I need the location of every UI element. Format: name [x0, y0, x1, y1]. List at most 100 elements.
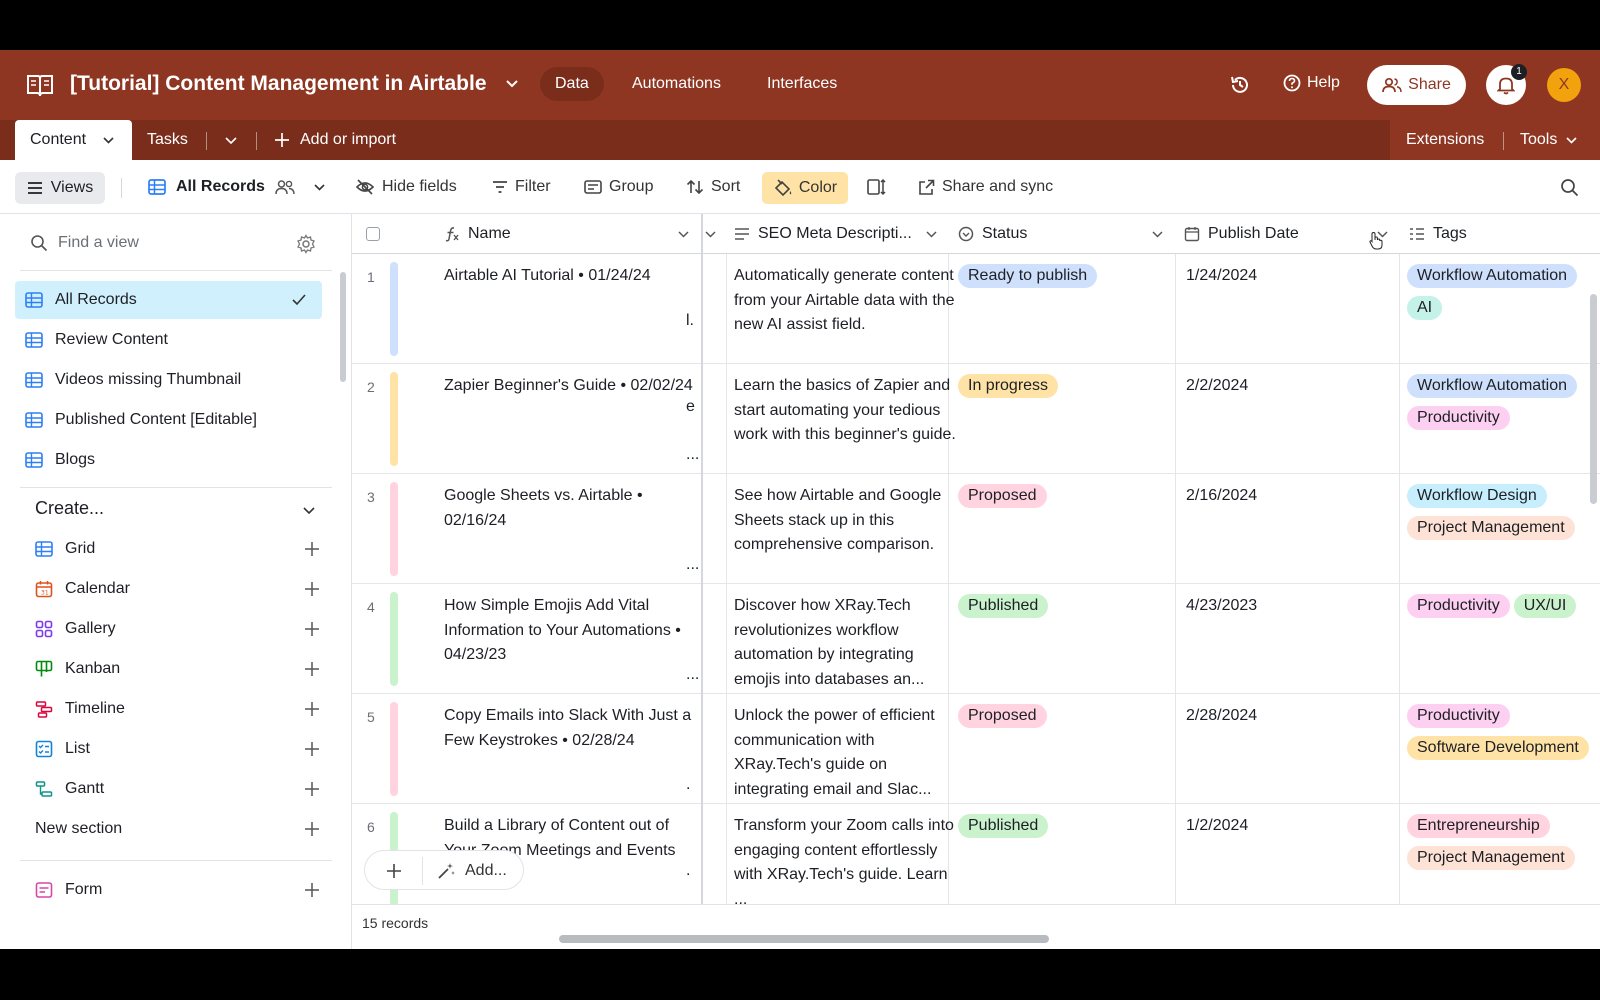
- chevron-down-icon[interactable]: [1151, 228, 1164, 240]
- color-button[interactable]: Color: [762, 172, 848, 204]
- book-icon[interactable]: [26, 72, 54, 98]
- select-all-checkbox[interactable]: [366, 227, 380, 241]
- nav-tab-data[interactable]: Data: [540, 67, 604, 101]
- extensions-button[interactable]: Extensions: [1406, 120, 1484, 160]
- cell-tags[interactable]: Productivity Software Development: [1407, 704, 1600, 768]
- hide-fields-button[interactable]: Hide fields: [355, 160, 457, 214]
- tab-content[interactable]: Content: [15, 120, 132, 160]
- table-row[interactable]: 5 Copy Emails into Slack With Just a Few…: [352, 694, 1600, 804]
- cell-seo[interactable]: Discover how XRay.Tech revolutionizes wo…: [734, 594, 956, 690]
- chevron-down-icon[interactable]: [677, 228, 690, 240]
- cell-tags[interactable]: Productivity UX/UI: [1407, 594, 1600, 626]
- create-gallery[interactable]: Gallery: [35, 614, 320, 644]
- cell-seo[interactable]: See how Airtable and Google Sheets stack…: [734, 484, 956, 580]
- cell-seo[interactable]: Unlock the power of efficient communicat…: [734, 704, 956, 800]
- cell-tags[interactable]: Workflow Automation AI: [1407, 264, 1600, 328]
- column-header-publish-date[interactable]: Publish Date: [1184, 214, 1384, 254]
- chevron-down-icon[interactable]: [704, 228, 717, 240]
- cell-tags[interactable]: Workflow Design Project Management: [1407, 484, 1600, 548]
- chevron-down-icon[interactable]: [302, 504, 316, 517]
- cell-status[interactable]: Ready to publish: [958, 264, 1101, 296]
- create-timeline[interactable]: Timeline: [35, 694, 320, 724]
- current-view-button[interactable]: All Records: [148, 160, 326, 214]
- external-link-icon: [919, 179, 935, 195]
- create-item-label: Timeline: [65, 700, 125, 717]
- cell-name[interactable]: Google Sheets vs. Airtable • 02/16/24: [444, 484, 694, 533]
- add-with-ai-button[interactable]: Add...: [437, 851, 507, 891]
- sidebar-item-videos-missing-thumbnail[interactable]: Videos missing Thumbnail: [15, 361, 322, 399]
- create-gantt[interactable]: Gantt: [35, 774, 320, 804]
- cell-publish-date[interactable]: 2/28/2024: [1186, 704, 1257, 729]
- column-header-status[interactable]: Status: [958, 214, 1158, 254]
- create-form[interactable]: Form: [35, 875, 320, 905]
- table-row[interactable]: 2 Zapier Beginner's Guide • 02/02/24 e .…: [352, 364, 1600, 474]
- create-grid[interactable]: Grid: [35, 534, 320, 564]
- help-button[interactable]: Help: [1283, 74, 1340, 92]
- sidebar-item-label: All Records: [55, 291, 137, 308]
- share-button[interactable]: Share: [1367, 65, 1466, 105]
- gear-icon[interactable]: [296, 234, 316, 254]
- create-section-title[interactable]: Create...: [35, 498, 104, 519]
- search-icon[interactable]: [1560, 178, 1579, 197]
- cell-seo[interactable]: Learn the basics of Zapier and start aut…: [734, 374, 956, 470]
- cell-publish-date[interactable]: 4/23/2023: [1186, 594, 1257, 619]
- table-row[interactable]: 6 Build a Library of Content out of Your…: [352, 804, 1600, 914]
- create-kanban[interactable]: Kanban: [35, 654, 320, 684]
- history-icon[interactable]: [1229, 74, 1251, 96]
- cell-publish-date[interactable]: 1/24/2024: [1186, 264, 1257, 289]
- new-section-button[interactable]: New section: [35, 814, 320, 844]
- group-button[interactable]: Group: [584, 160, 653, 214]
- row-height-icon[interactable]: [867, 178, 887, 196]
- cell-publish-date[interactable]: 2/2/2024: [1186, 374, 1248, 399]
- cell-seo[interactable]: Transform your Zoom calls into engaging …: [734, 814, 956, 904]
- cell-tags[interactable]: Entrepreneurship Project Management: [1407, 814, 1600, 878]
- add-or-import-button[interactable]: Add or import: [274, 120, 396, 160]
- tab-tasks[interactable]: Tasks: [147, 120, 188, 160]
- grid-vertical-scrollbar[interactable]: [1590, 294, 1597, 504]
- chevron-down-icon[interactable]: [224, 134, 238, 147]
- table-row[interactable]: 4 How Simple Emojis Add Vital Informatio…: [352, 584, 1600, 694]
- nav-tab-automations[interactable]: Automations: [617, 67, 736, 101]
- frozen-column-divider[interactable]: [701, 214, 703, 949]
- chevron-down-icon[interactable]: [925, 228, 938, 240]
- cell-seo[interactable]: Automatically generate content from your…: [734, 264, 956, 360]
- plus-icon[interactable]: [386, 863, 402, 879]
- cell-name[interactable]: Zapier Beginner's Guide • 02/02/24: [444, 374, 694, 399]
- cell-status[interactable]: In progress: [958, 374, 1062, 406]
- sidebar-item-blogs[interactable]: Blogs: [15, 441, 322, 479]
- share-and-sync-button[interactable]: Share and sync: [918, 160, 1053, 214]
- cell-name[interactable]: How Simple Emojis Add Vital Information …: [444, 594, 694, 668]
- table-row[interactable]: 3 Google Sheets vs. Airtable • 02/16/24 …: [352, 474, 1600, 584]
- chevron-down-icon[interactable]: [102, 134, 115, 147]
- cell-publish-date[interactable]: 1/2/2024: [1186, 814, 1248, 839]
- nav-tab-interfaces[interactable]: Interfaces: [752, 67, 852, 101]
- table-row[interactable]: 1 Airtable AI Tutorial • 01/24/24 l. Aut…: [352, 254, 1600, 364]
- tools-button[interactable]: Tools: [1520, 120, 1578, 160]
- sidebar-item-all-records[interactable]: All Records: [15, 281, 322, 319]
- column-header-tags[interactable]: Tags: [1409, 214, 1599, 254]
- cell-name[interactable]: Airtable AI Tutorial • 01/24/24: [444, 264, 694, 289]
- column-header-seo[interactable]: SEO Meta Descripti...: [734, 214, 934, 254]
- grid-horizontal-scrollbar[interactable]: [559, 935, 1049, 943]
- cell-status[interactable]: Proposed: [958, 484, 1051, 516]
- chevron-down-icon[interactable]: [505, 77, 519, 91]
- base-title[interactable]: [Tutorial] Content Management in Airtabl…: [70, 72, 487, 96]
- sidebar-scrollbar[interactable]: [340, 272, 346, 382]
- column-header-name[interactable]: Name: [444, 214, 690, 254]
- cell-status[interactable]: Published: [958, 594, 1052, 626]
- avatar[interactable]: X: [1547, 68, 1581, 102]
- cell-tags[interactable]: Workflow Automation Productivity: [1407, 374, 1600, 438]
- cell-publish-date[interactable]: 2/16/2024: [1186, 484, 1257, 509]
- create-list[interactable]: List: [35, 734, 320, 764]
- find-a-view-input[interactable]: Find a view: [30, 234, 139, 252]
- sort-button[interactable]: Sort: [686, 160, 740, 214]
- color-label: Color: [798, 179, 838, 196]
- create-calendar[interactable]: 31 Calendar: [35, 574, 320, 604]
- cell-status[interactable]: Published: [958, 814, 1052, 846]
- sidebar-item-published-content[interactable]: Published Content [Editable]: [15, 401, 322, 439]
- filter-button[interactable]: Filter: [492, 160, 551, 214]
- cell-status[interactable]: Proposed: [958, 704, 1051, 736]
- cell-name[interactable]: Copy Emails into Slack With Just a Few K…: [444, 704, 694, 753]
- views-button[interactable]: Views: [15, 172, 105, 204]
- sidebar-item-review-content[interactable]: Review Content: [15, 321, 322, 359]
